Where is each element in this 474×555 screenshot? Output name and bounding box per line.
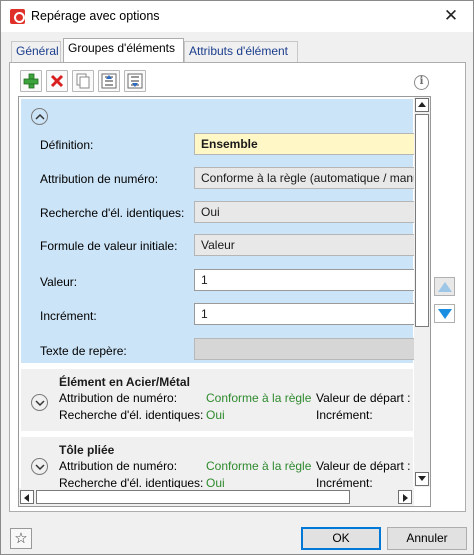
- numbering-label: Attribution de numéro:: [40, 172, 159, 186]
- identical-search-label: Recherche d'él. identiques:: [40, 206, 185, 220]
- definition-panel: Définition: Ensemble Attribution de numé…: [21, 99, 416, 363]
- arrow-right-icon: [403, 494, 408, 502]
- horizontal-scrollbar[interactable]: [19, 488, 414, 506]
- group-numbering-label: Attribution de numéro:: [59, 391, 178, 405]
- initial-formula-label: Formule de valeur initiale:: [40, 239, 178, 253]
- add-button[interactable]: [20, 70, 42, 92]
- reference-text-field: [194, 338, 416, 360]
- tab-general[interactable]: Général: [11, 41, 61, 62]
- window-title: Repérage avec options: [31, 9, 160, 23]
- group-numbering-label: Attribution de numéro:: [59, 459, 178, 473]
- arrow-down-icon: [418, 476, 426, 481]
- scroll-up-button[interactable]: [415, 98, 429, 112]
- copy-button[interactable]: [72, 70, 94, 92]
- definition-label: Définition:: [40, 138, 94, 152]
- value-label: Valeur:: [40, 275, 78, 289]
- group-search-label: Recherche d'él. identiques:: [59, 408, 204, 422]
- group-numbering-value: Conforme à la règle: [206, 459, 312, 473]
- tab-attributs-element[interactable]: Attributs d'élément: [184, 41, 298, 62]
- move-down-list-icon: [127, 73, 143, 89]
- chevron-down-icon: [35, 400, 45, 407]
- group-increment-label: Incrément:: [316, 408, 373, 422]
- expand-button[interactable]: [31, 458, 48, 475]
- group-card-steel[interactable]: Élément en Acier/Métal Attribution de nu…: [21, 369, 413, 431]
- increment-label: Incrément:: [40, 309, 97, 323]
- add-icon: [23, 73, 39, 89]
- copy-icon: [76, 73, 90, 89]
- scroll-down-button[interactable]: [415, 472, 429, 486]
- favorites-button[interactable]: ☆: [10, 528, 32, 549]
- horizontal-scroll-thumb[interactable]: [36, 490, 350, 504]
- scroll-right-button[interactable]: [398, 490, 412, 504]
- chevron-up-icon: [35, 113, 45, 120]
- ok-button[interactable]: OK: [301, 527, 381, 550]
- groups-scroll-area: Définition: Ensemble Attribution de numé…: [18, 96, 431, 507]
- move-up-list-icon: [101, 73, 117, 89]
- numbering-select[interactable]: Conforme à la règle (automatique / manue…: [194, 167, 416, 189]
- group-start-label: Valeur de départ :: [316, 459, 411, 473]
- initial-formula-select[interactable]: Valeur: [194, 234, 416, 256]
- group-title: Tôle pliée: [59, 443, 115, 457]
- delete-button[interactable]: [46, 70, 68, 92]
- group-title: Élément en Acier/Métal: [59, 375, 190, 389]
- group-search-value: Oui: [206, 408, 225, 422]
- identical-search-select[interactable]: Oui: [194, 201, 416, 223]
- chevron-down-icon: [35, 464, 45, 471]
- group-start-label: Valeur de départ :: [316, 391, 411, 405]
- move-group-up-button[interactable]: [434, 277, 455, 296]
- close-button[interactable]: ✕: [439, 5, 463, 27]
- increment-input[interactable]: 1: [194, 303, 416, 325]
- reference-text-label: Texte de repère:: [40, 344, 127, 358]
- triangle-down-icon: [438, 309, 452, 319]
- delete-icon: [50, 74, 64, 88]
- title-bar: Repérage avec options ✕: [1, 1, 473, 32]
- expand-button[interactable]: [31, 394, 48, 411]
- arrow-left-icon: [24, 494, 29, 502]
- info-icon[interactable]: i: [414, 75, 429, 90]
- value-input[interactable]: 1: [194, 269, 416, 291]
- dialog-window: Repérage avec options ✕ Général Groupes …: [0, 0, 474, 555]
- vertical-scroll-thumb[interactable]: [415, 114, 429, 327]
- tab-groupes-elements[interactable]: Groupes d'éléments: [63, 38, 184, 62]
- move-up-list-button[interactable]: [98, 70, 120, 92]
- scroll-left-button[interactable]: [20, 490, 34, 504]
- definition-field[interactable]: Ensemble: [194, 133, 416, 155]
- arrow-up-icon: [418, 102, 426, 107]
- vertical-scrollbar[interactable]: [414, 97, 430, 487]
- group-numbering-value: Conforme à la règle: [206, 391, 312, 405]
- triangle-up-icon: [438, 282, 452, 292]
- move-down-list-button[interactable]: [124, 70, 146, 92]
- move-group-down-button[interactable]: [434, 304, 455, 323]
- collapse-button[interactable]: [31, 108, 48, 125]
- cancel-button[interactable]: Annuler: [387, 527, 467, 550]
- app-icon: [10, 9, 25, 24]
